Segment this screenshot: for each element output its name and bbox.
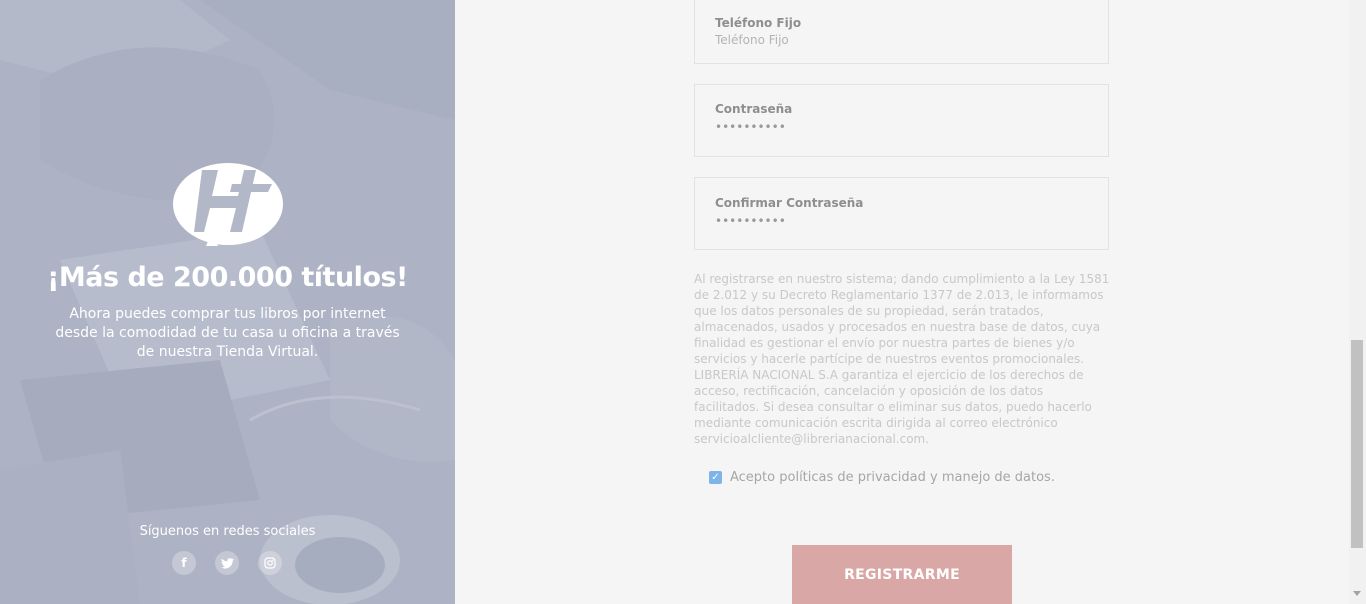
twitter-icon[interactable]: [215, 551, 239, 575]
hero-overlay: [0, 0, 455, 604]
scrollbar-thumb[interactable]: [1351, 340, 1363, 548]
confirm-password-field[interactable]: Confirmar Contraseña ••••••••••: [694, 177, 1109, 250]
password-field[interactable]: Contraseña ••••••••••: [694, 84, 1109, 157]
privacy-legal-text: Al registrarse en nuestro sistema; dando…: [694, 272, 1110, 446]
password-label: Contraseña: [715, 102, 793, 116]
register-button[interactable]: REGISTRARME: [792, 545, 1012, 604]
landline-phone-field[interactable]: Teléfono Fijo: [694, 0, 1109, 64]
landline-phone-input[interactable]: [715, 33, 1085, 47]
privacy-consent[interactable]: ✓ Acepto políticas de privacidad y manej…: [709, 470, 1055, 485]
confirm-password-label: Confirmar Contraseña: [715, 196, 864, 210]
hero-description: Ahora puedes comprar tus libros por inte…: [55, 306, 400, 360]
privacy-consent-label: Acepto políticas de privacidad y manejo …: [730, 470, 1055, 485]
landline-phone-label: Teléfono Fijo: [715, 16, 802, 30]
check-icon: ✓: [711, 472, 720, 483]
confirm-password-input[interactable]: ••••••••••: [715, 214, 1085, 228]
hero-panel: ¡Más de 200.000 títulos! Ahora puedes co…: [0, 0, 455, 604]
privacy-checkbox[interactable]: ✓: [709, 471, 722, 484]
hero-headline: ¡Más de 200.000 títulos!: [47, 262, 408, 293]
page-scrollbar[interactable]: [1349, 0, 1366, 604]
password-input[interactable]: ••••••••••: [715, 120, 1085, 134]
instagram-icon[interactable]: [258, 551, 282, 575]
social-links: f: [172, 551, 282, 575]
brand-logo: [173, 163, 283, 246]
facebook-icon[interactable]: f: [172, 551, 196, 575]
scroll-down-icon[interactable]: [1353, 591, 1361, 596]
social-label: Síguenos en redes sociales: [139, 524, 316, 539]
